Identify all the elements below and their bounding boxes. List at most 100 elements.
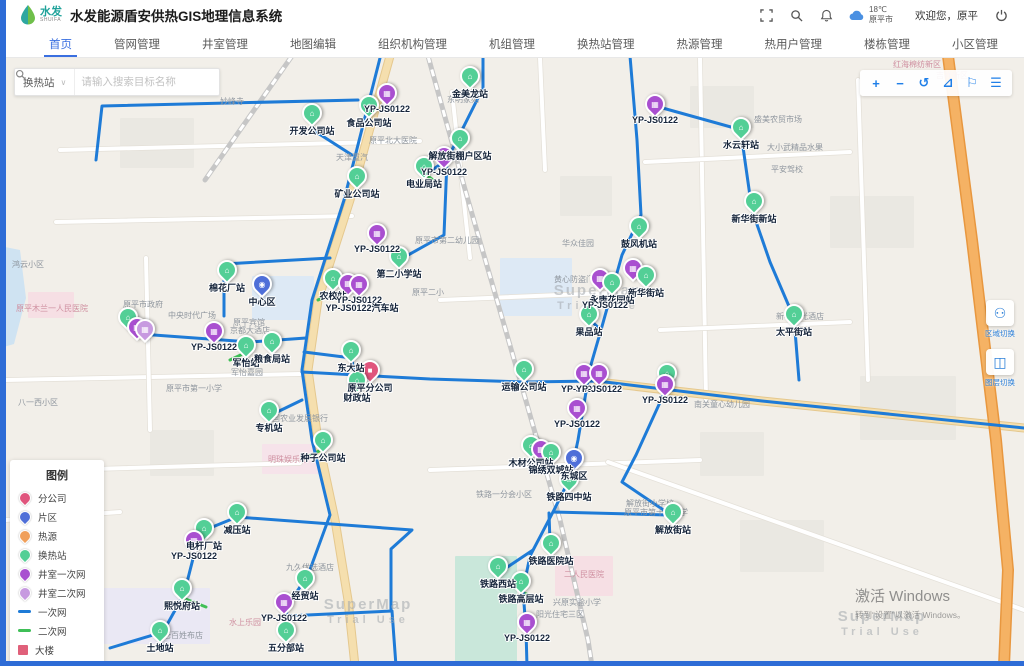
legend-item-label: 大楼 xyxy=(35,643,54,657)
marker-label: YP-JS0122 xyxy=(632,115,678,125)
basemap-label: 黄心防盗门 xyxy=(554,274,594,285)
marker-label: 第二小学站 xyxy=(376,267,421,280)
nav-tab-2[interactable]: 井室管理 xyxy=(181,30,269,57)
basemap-label: 妙峰寺 xyxy=(220,96,244,107)
shuifa-logo: 水发 SHUIFA xyxy=(20,5,62,25)
station-pin-glyph: ⌂ xyxy=(452,130,468,146)
station-pin-glyph: ⌂ xyxy=(746,193,762,209)
legend-item-label: 井室二次网 xyxy=(38,586,86,600)
users-icon: ⚇ xyxy=(986,300,1014,326)
station-pin-glyph: ⌂ xyxy=(219,262,235,278)
station-pin-glyph: ⌂ xyxy=(174,580,190,596)
legend-item-4: 井室一次网 xyxy=(18,564,96,583)
area-switch-button[interactable]: ⚇区域切换 xyxy=(982,300,1018,339)
nav-tab-0[interactable]: 首页 xyxy=(28,30,93,57)
well1-pin-glyph: ▦ xyxy=(647,96,663,112)
supermap-watermark-line1: SuperMap xyxy=(324,596,413,614)
window-frame-bottom xyxy=(0,661,1024,666)
map-geometry-layer xyxy=(0,57,1024,661)
marker-label: YP-JS0122 xyxy=(582,300,628,310)
station-pin-glyph: ⌂ xyxy=(786,306,802,322)
basemap-label: 八一西小区 xyxy=(18,397,58,408)
nav-tab-7[interactable]: 热源管理 xyxy=(656,30,744,57)
basemap-label: 水上乐园 xyxy=(229,617,261,628)
nav-tab-3[interactable]: 地图编辑 xyxy=(269,30,357,57)
marker-label: 粮食局站 xyxy=(254,352,290,365)
basemap-label: 天津重汽 xyxy=(336,152,368,163)
legend-item-label: 井室一次网 xyxy=(38,567,86,581)
marker-label: YP-JS0122 xyxy=(364,104,410,114)
marker-label: 中心区 xyxy=(248,295,275,308)
legend-pin-icon xyxy=(17,565,34,582)
marker-label: YP-JS0122汽车站 xyxy=(325,301,398,314)
district-pin-glyph: ◉ xyxy=(254,276,270,292)
nav-tab-1[interactable]: 管网管理 xyxy=(93,30,181,57)
map-block xyxy=(120,118,194,168)
station-pin-glyph: ⌂ xyxy=(516,361,532,377)
logout-power-icon[interactable] xyxy=(994,8,1008,22)
map-block xyxy=(740,520,824,572)
marker-label: YP-JS0122 xyxy=(576,384,622,394)
basemap-label: 铁路一分会小区 xyxy=(476,489,532,500)
marker-label: 棉花厂站 xyxy=(209,281,245,294)
chevron-down-icon: ∨ xyxy=(61,78,67,87)
station-pin-glyph: ⌂ xyxy=(490,558,506,574)
marker-label: 铁路四中站 xyxy=(546,490,591,503)
marker-label: 鼓风机站 xyxy=(621,237,657,250)
weather-cloud-icon xyxy=(849,9,865,21)
marker-label: YP-JS0122 xyxy=(171,551,217,561)
nav-tab-6[interactable]: 换热站管理 xyxy=(556,30,656,57)
legend-square-icon xyxy=(18,645,28,655)
logo-droplet-icon xyxy=(20,5,36,25)
map-block xyxy=(830,196,914,248)
nav-tab-5[interactable]: 机组管理 xyxy=(468,30,556,57)
marker-label: 果品站 xyxy=(575,325,602,338)
notification-bell-icon[interactable] xyxy=(819,8,833,22)
zoom-out-button[interactable]: − xyxy=(890,73,910,93)
search-icon[interactable] xyxy=(789,8,803,22)
nav-tab-9[interactable]: 楼栋管理 xyxy=(843,30,931,57)
map-search-input[interactable] xyxy=(75,76,195,88)
map-legend: 图例 分公司片区热源换热站井室一次网井室二次网一次网二次网大楼 xyxy=(10,460,104,661)
zoom-in-button[interactable]: + xyxy=(866,73,886,93)
supermap-watermark-line2: Trial Use xyxy=(324,614,413,627)
marker-label: 解放街棚户区站 xyxy=(428,149,491,162)
nav-tab-8[interactable]: 热用户管理 xyxy=(744,30,844,57)
welcome-text: 欢迎您，原平 xyxy=(915,8,978,23)
station-pin-glyph: ⌂ xyxy=(238,337,254,353)
marker-label: 开发公司站 xyxy=(289,124,334,137)
fullscreen-icon[interactable] xyxy=(759,8,773,22)
marker-label: 铁路西站 xyxy=(480,577,516,590)
basemap-label: 华众佳园 xyxy=(562,238,594,249)
legend-pin-icon xyxy=(17,508,34,525)
measure-button[interactable]: ⊿ xyxy=(938,73,958,93)
reset-view-button[interactable]: ↺ xyxy=(914,73,934,93)
station-pin-glyph: ⌂ xyxy=(462,68,478,84)
nav-tabs: 首页管网管理井室管理地图编辑组织机构管理机组管理换热站管理热源管理热用户管理楼栋… xyxy=(28,30,1019,57)
legend-item-2: 热源 xyxy=(18,526,96,545)
legend-pin-icon xyxy=(17,584,34,601)
nav-tab-10[interactable]: 小区管理 xyxy=(931,30,1019,57)
layer-switch-button[interactable]: ◫图层切换 xyxy=(982,349,1018,388)
station-pin-glyph: ⌂ xyxy=(304,105,320,121)
nav-tab-4[interactable]: 组织机构管理 xyxy=(357,30,468,57)
marker-label: 太平街站 xyxy=(776,325,812,338)
legend-pin-icon xyxy=(17,527,34,544)
legend-item-label: 二次网 xyxy=(38,624,67,638)
map-search-box: 换热站 ∨ xyxy=(14,68,220,96)
marker-label: 东城区 xyxy=(560,469,587,482)
map-block xyxy=(455,556,517,661)
legend-item-8: 大楼 xyxy=(18,640,96,659)
map-canvas[interactable]: 换热站 ∨ +−↺⊿⚐☰ ⚇区域切换◫图层切换 图例 分公司片区热源换热站井室一… xyxy=(0,57,1024,661)
windows-watermark-line2: 转到“设置”以激活 Windows。 xyxy=(855,609,966,621)
layer-list-button[interactable]: ☰ xyxy=(986,73,1006,93)
clear-button[interactable]: ⚐ xyxy=(962,73,982,93)
station-pin-glyph: ⌂ xyxy=(665,504,681,520)
basemap-label: 大小武精品水果 xyxy=(767,142,823,153)
map-block xyxy=(700,432,764,476)
marker-label: 减压站 xyxy=(223,523,250,536)
header-actions: 18℃ 原平市 欢迎您，原平 xyxy=(759,5,1008,25)
marker-label: 东大站 xyxy=(337,361,364,374)
station-pin-glyph: ⌂ xyxy=(297,570,313,586)
marker-label: YP-JS0122 xyxy=(421,167,467,177)
